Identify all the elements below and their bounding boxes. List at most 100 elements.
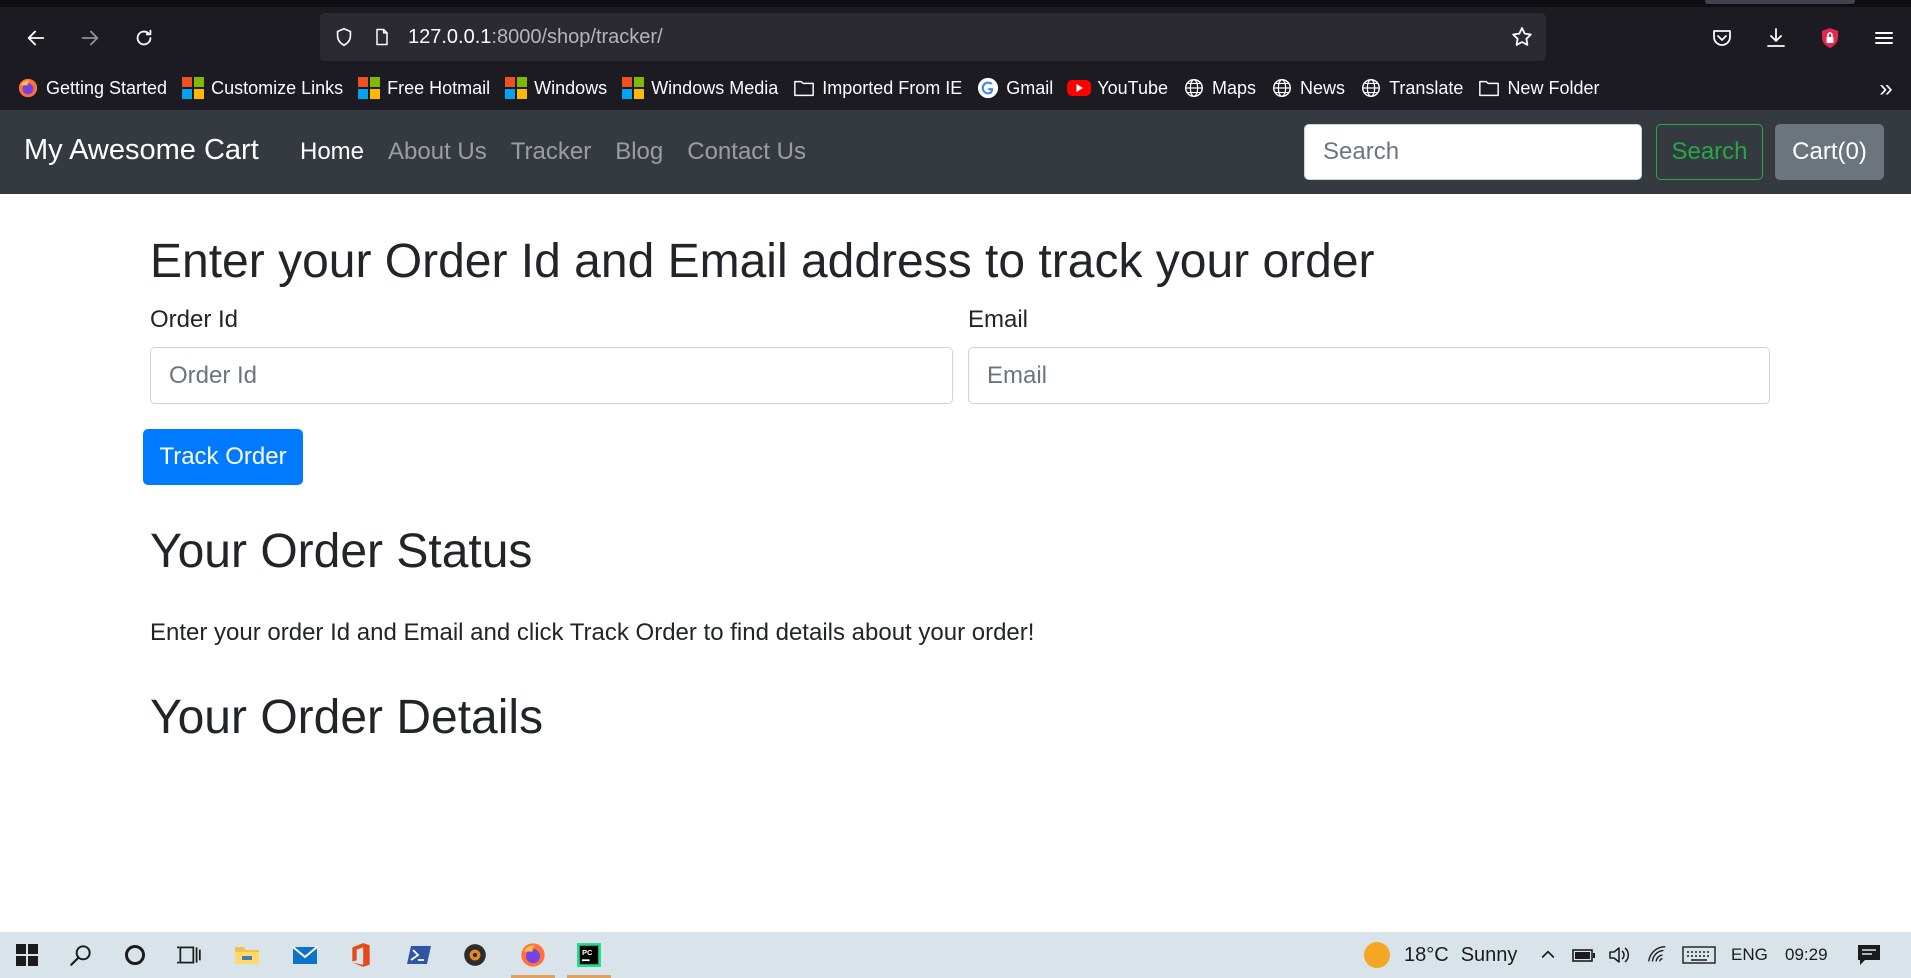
order-id-input[interactable] xyxy=(150,347,953,404)
bookmark-item[interactable]: Maps xyxy=(1182,76,1256,100)
shield-icon[interactable] xyxy=(332,25,356,49)
office-taskbar[interactable] xyxy=(336,932,386,978)
weather-condition: Sunny xyxy=(1460,943,1518,966)
terminal-icon xyxy=(407,946,431,964)
notification-icon[interactable] xyxy=(1856,932,1882,978)
task-view-button[interactable] xyxy=(164,932,214,978)
bookmark-label: Windows xyxy=(534,77,608,98)
bookmark-item[interactable]: News xyxy=(1270,76,1345,100)
chevron-double-right-icon[interactable]: » xyxy=(1871,74,1901,104)
bookmark-item[interactable]: Getting Started xyxy=(16,76,167,100)
order-status-message: Enter your order Id and Email and click … xyxy=(150,619,1035,646)
folder-icon xyxy=(792,76,816,100)
bookmark-star-icon[interactable] xyxy=(1510,25,1534,49)
bookmark-label: Translate xyxy=(1389,77,1464,98)
bookmark-item[interactable]: Customize Links xyxy=(181,76,343,100)
globe-icon xyxy=(1182,76,1206,100)
weather-widget[interactable]: 18°C Sunny xyxy=(1364,932,1517,978)
globe-icon xyxy=(1359,76,1383,100)
url-host: 127.0.0.1 xyxy=(408,25,492,48)
bookmark-label: Windows Media xyxy=(651,77,779,98)
bookmark-item[interactable]: YouTube xyxy=(1067,76,1168,100)
email-label: Email xyxy=(968,306,1029,333)
browser-chrome: 127.0.0.1:8000/shop/tracker/ Getting Sta… xyxy=(0,0,1911,110)
bookmark-item[interactable]: Imported From IE xyxy=(792,76,962,100)
tracker-heading: Enter your Order Id and Email address to… xyxy=(150,235,1375,288)
wifi-icon[interactable] xyxy=(1646,932,1668,978)
nav-links: Home About Us Tracker Blog Contact Us xyxy=(300,138,830,166)
bookmark-label: News xyxy=(1300,77,1346,98)
windows-logo-icon xyxy=(621,76,645,100)
hamburger-menu-icon[interactable] xyxy=(1864,18,1904,58)
windows-taskbar: PC 18°C Sunny ENG 09:29 xyxy=(0,932,1911,978)
main-content: Enter your Order Id and Email address to… xyxy=(0,194,1911,932)
pycharm-icon: PC xyxy=(577,943,601,967)
firefox-icon xyxy=(16,76,40,100)
firefox-taskbar[interactable] xyxy=(508,932,558,978)
track-order-button[interactable]: Track Order xyxy=(143,429,303,485)
order-status-heading: Your Order Status xyxy=(150,525,533,578)
powershell-taskbar[interactable] xyxy=(394,932,444,978)
reload-icon xyxy=(136,29,152,46)
brand-link[interactable]: My Awesome Cart xyxy=(24,134,259,167)
language-indicator[interactable]: ENG xyxy=(1731,932,1768,978)
site-navbar: My Awesome Cart Home About Us Tracker Bl… xyxy=(0,110,1911,194)
nav-link-home[interactable]: Home xyxy=(300,138,364,166)
nav-link-blog[interactable]: Blog xyxy=(615,138,663,166)
tab-edge[interactable] xyxy=(1705,0,1855,4)
svg-text:PC: PC xyxy=(582,948,593,957)
bookmark-label: Customize Links xyxy=(211,77,344,98)
mail-taskbar[interactable] xyxy=(280,932,330,978)
firefox-icon xyxy=(521,943,545,967)
extension-lock-icon[interactable] xyxy=(1810,18,1850,58)
clock[interactable]: 09:29 xyxy=(1785,932,1828,978)
keyboard-icon[interactable] xyxy=(1682,932,1716,978)
file-explorer-icon xyxy=(235,947,259,964)
windows-logo-icon xyxy=(181,76,205,100)
search-icon xyxy=(70,945,91,966)
back-button[interactable] xyxy=(16,18,56,58)
bookmark-item[interactable]: Free Hotmail xyxy=(357,76,490,100)
nav-link-about[interactable]: About Us xyxy=(388,138,487,166)
nav-link-contact[interactable]: Contact Us xyxy=(687,138,806,166)
search-button[interactable]: Search xyxy=(1656,124,1763,180)
windows-logo-icon xyxy=(357,76,381,100)
bookmark-item[interactable]: Gmail xyxy=(976,76,1053,100)
order-details-heading: Your Order Details xyxy=(150,691,544,744)
sun-icon xyxy=(1364,942,1390,968)
bookmark-label: Gmail xyxy=(1006,77,1054,98)
bookmark-item[interactable]: Translate xyxy=(1359,76,1463,100)
volume-icon[interactable] xyxy=(1608,932,1632,978)
forward-button[interactable] xyxy=(70,18,110,58)
url-text[interactable]: 127.0.0.1:8000/shop/tracker/ xyxy=(408,26,663,49)
search-input[interactable] xyxy=(1304,124,1642,180)
weather-temperature: 18°C xyxy=(1404,943,1449,966)
cart-button[interactable]: Cart(0) xyxy=(1775,124,1884,180)
tab-strip xyxy=(0,0,1911,7)
cortana-button[interactable] xyxy=(110,932,160,978)
nav-link-tracker[interactable]: Tracker xyxy=(511,138,591,166)
battery-icon[interactable] xyxy=(1572,932,1596,978)
start-button[interactable] xyxy=(2,932,52,978)
file-explorer-taskbar[interactable] xyxy=(222,932,272,978)
media-player-taskbar[interactable] xyxy=(450,932,500,978)
mail-icon xyxy=(292,946,318,964)
address-bar[interactable]: 127.0.0.1:8000/shop/tracker/ xyxy=(320,13,1546,61)
bookmarks-toolbar: Getting Started Customize Links Free Hotma… xyxy=(0,72,1911,104)
search-taskbar-button[interactable] xyxy=(56,932,106,978)
pocket-icon[interactable] xyxy=(1702,18,1742,58)
youtube-icon xyxy=(1067,76,1092,100)
chevron-up-icon[interactable] xyxy=(1538,932,1558,978)
bookmark-item[interactable]: Windows Media xyxy=(621,76,778,100)
reload-button[interactable] xyxy=(124,18,164,58)
folder-icon xyxy=(1477,76,1501,100)
download-icon[interactable] xyxy=(1756,18,1796,58)
page-icon[interactable] xyxy=(370,25,394,49)
bookmark-item[interactable]: Windows xyxy=(504,76,607,100)
bookmark-item[interactable]: New Folder xyxy=(1477,76,1599,100)
pycharm-taskbar[interactable]: PC xyxy=(564,932,614,978)
forward-arrow-icon xyxy=(81,30,99,46)
url-path: :8000/shop/tracker/ xyxy=(491,25,663,48)
email-input[interactable] xyxy=(968,347,1770,404)
globe-icon xyxy=(1270,76,1294,100)
